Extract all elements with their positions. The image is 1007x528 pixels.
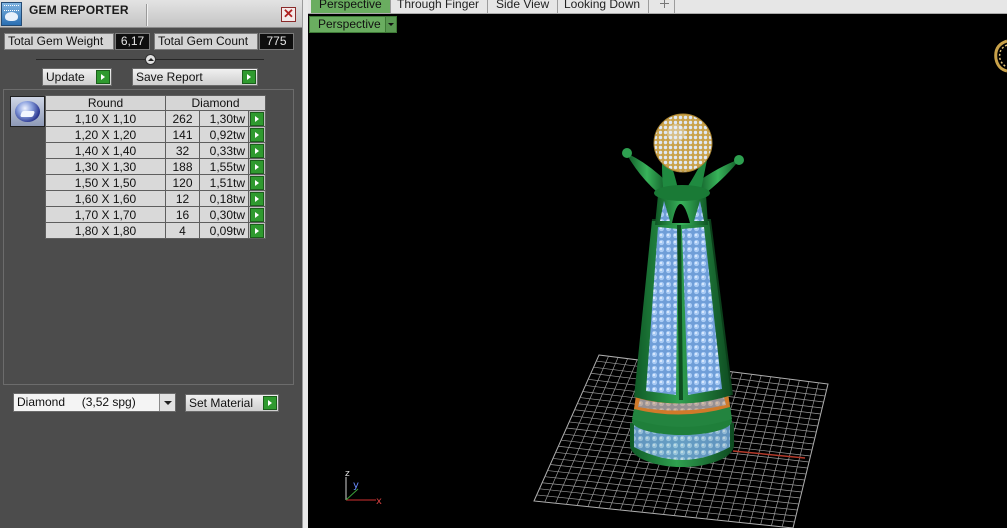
gem-table: Round Diamond 1,10 X 1,10 262 1,30tw 1,2… [45,95,266,239]
row-select-button[interactable] [248,190,266,207]
dropdown-arrow-icon [159,394,175,411]
3d-viewport[interactable]: z y x Perspective [308,15,1007,528]
play-arrow-icon [250,144,264,158]
save-report-button[interactable]: Save Report [132,68,258,86]
title-separator [146,4,147,26]
play-arrow-icon [242,70,256,84]
material-select[interactable]: Diamond (3,52 spg) [13,393,176,412]
play-arrow-icon [250,224,264,238]
view-mode-label: Perspective [318,17,381,31]
panel-title: GEM REPORTER [29,3,129,17]
row-weight: 1,30tw [199,110,249,127]
row-weight: 1,55tw [199,158,249,175]
row-size: 1,80 X 1,80 [45,222,166,239]
table-row: 1,20 X 1,20 141 0,92tw [45,126,266,143]
row-count: 120 [165,174,200,191]
row-size: 1,30 X 1,30 [45,158,166,175]
scene-render: z y x [345,39,1007,528]
gem-reporter-icon [1,2,22,26]
row-weight: 0,09tw [199,222,249,239]
axis-y-label: y [353,480,359,491]
play-arrow-icon [250,176,264,190]
table-row: 1,80 X 1,80 4 0,09tw [45,222,266,239]
row-size: 1,20 X 1,20 [45,126,166,143]
update-button-label: Update [46,70,85,84]
row-select-button[interactable] [248,126,266,143]
row-select-button[interactable] [248,206,266,223]
table-row: 1,60 X 1,60 12 0,18tw [45,190,266,207]
gem-reporter-panel: GEM REPORTER ✕ Total Gem Weight 6,17 Tot… [0,0,302,528]
row-select-button[interactable] [248,158,266,175]
table-row: 1,70 X 1,70 16 0,30tw [45,206,266,223]
row-count: 188 [165,158,200,175]
close-icon[interactable]: ✕ [281,7,296,22]
row-count: 262 [165,110,200,127]
total-count-value: 775 [259,33,294,50]
total-weight-value: 6,17 [115,33,150,50]
view-mode-dropdown[interactable]: Perspective [309,16,397,33]
jewelry-model [622,113,744,467]
row-select-button[interactable] [248,142,266,159]
row-select-button[interactable] [248,110,266,127]
row-size: 1,70 X 1,70 [45,206,166,223]
add-tab-icon[interactable] [655,0,675,13]
row-weight: 0,18tw [199,190,249,207]
axis-z-label: z [345,469,350,479]
total-count-label: Total Gem Count [154,33,258,50]
row-size: 1,50 X 1,50 [45,174,166,191]
play-arrow-icon [250,128,264,142]
row-count: 141 [165,126,200,143]
row-size: 1,60 X 1,60 [45,190,166,207]
slider-knob[interactable] [145,54,156,65]
play-arrow-icon [263,396,277,410]
row-weight: 1,51tw [199,174,249,191]
row-count: 32 [165,142,200,159]
row-size: 1,10 X 1,10 [45,110,166,127]
row-select-button[interactable] [248,222,266,239]
table-row: 1,50 X 1,50 120 1,51tw [45,174,266,191]
row-weight: 0,30tw [199,206,249,223]
table-row: 1,40 X 1,40 32 0,33tw [45,142,266,159]
column-header-shape: Round [45,95,166,111]
set-material-button-label: Set Material [189,396,254,410]
dropdown-arrow-icon [385,17,396,32]
table-row: 1,10 X 1,10 262 1,30tw [45,110,266,127]
play-arrow-icon [250,208,264,222]
save-report-button-label: Save Report [136,70,203,84]
grid-line [536,494,795,523]
gem-thumbnail [10,96,45,127]
row-count: 12 [165,190,200,207]
play-arrow-icon [250,192,264,206]
row-weight: 0,33tw [199,142,249,159]
column-header-material: Diamond [165,95,266,111]
panel-titlebar: GEM REPORTER ✕ [0,0,302,28]
grid-line [539,488,796,517]
axis-x-label: x [376,496,382,507]
axis-gizmo-icon: z y x [345,469,382,507]
tab-through-finger[interactable]: Through Finger [389,0,489,13]
update-button[interactable]: Update [42,68,112,86]
total-weight-label: Total Gem Weight [4,33,114,50]
play-arrow-icon [250,112,264,126]
material-select-value: Diamond (3,52 spg) [17,395,136,409]
row-count: 16 [165,206,200,223]
tab-side-view[interactable]: Side View [488,0,559,13]
tab-looking-down[interactable]: Looking Down [556,0,650,13]
row-size: 1,40 X 1,40 [45,142,166,159]
tab-perspective[interactable]: Perspective [311,0,391,13]
gem-table-header: Round Diamond [45,95,266,111]
row-weight: 0,92tw [199,126,249,143]
set-material-button[interactable]: Set Material [185,394,279,412]
play-arrow-icon [250,160,264,174]
viewport-tab-bar: Perspective Through Finger Side View Loo… [308,0,1007,14]
row-count: 4 [165,222,200,239]
table-row: 1,30 X 1,30 188 1,55tw [45,158,266,175]
row-select-button[interactable] [248,174,266,191]
play-arrow-icon [96,70,110,84]
